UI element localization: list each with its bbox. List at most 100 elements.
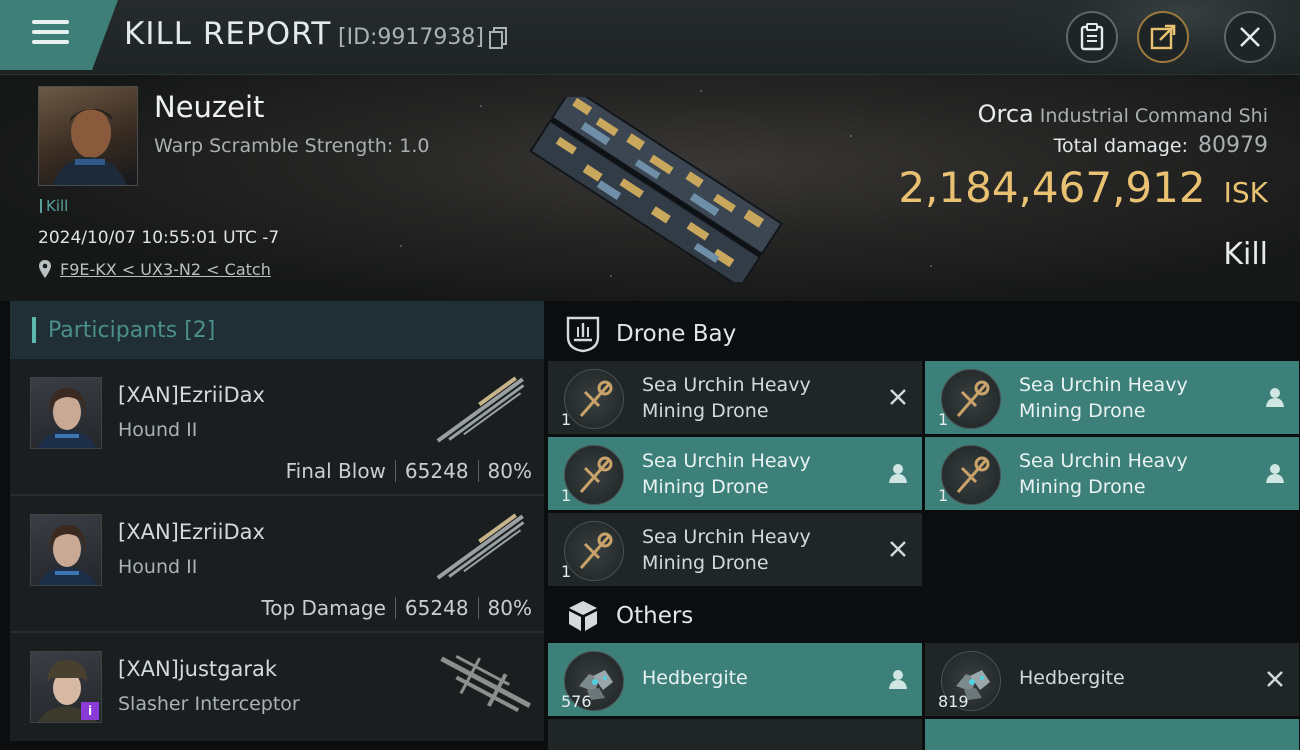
item-name: Sea Urchin Heavy Mining Drone bbox=[1019, 450, 1188, 498]
participant-role: Final Blow bbox=[285, 459, 386, 483]
participant-avatar[interactable] bbox=[30, 514, 102, 586]
kill-tag: Kill bbox=[40, 197, 68, 215]
drone-bay-title: Drone Bay bbox=[616, 321, 737, 347]
participant-stats: Final Blow 65248 80% bbox=[286, 459, 532, 483]
item-name: Sea Urchin Heavy Mining Drone bbox=[1019, 374, 1188, 422]
victim-portrait[interactable] bbox=[38, 86, 138, 186]
participant-row[interactable]: i [XAN]justgarak Slasher Interceptor bbox=[10, 633, 544, 741]
participant-role: Top Damage bbox=[261, 596, 386, 620]
participant-percent: 80% bbox=[487, 596, 532, 620]
isk-unit: ISK bbox=[1223, 176, 1268, 209]
participant-row[interactable]: [XAN]EzriiDax Hound II Top Damage 65248 80… bbox=[10, 496, 544, 633]
item-name: Hedbergite bbox=[642, 667, 748, 689]
participant-row[interactable]: [XAN]EzriiDax Hound II Final Blow 65248 80… bbox=[10, 359, 544, 496]
others-title: Others bbox=[616, 603, 694, 629]
participants-title: Participants [2] bbox=[48, 317, 216, 343]
participants-header[interactable]: Participants [2] bbox=[10, 301, 544, 359]
item-name: Sea Urchin Heavy Mining Drone bbox=[642, 374, 811, 422]
participant-ship: Slasher Interceptor bbox=[118, 693, 300, 715]
participant-name[interactable]: [XAN]EzriiDax bbox=[118, 520, 265, 544]
participant-name[interactable]: [XAN]EzriiDax bbox=[118, 383, 265, 407]
drone-bay-header[interactable]: Drone Bay bbox=[548, 304, 1300, 364]
close-button[interactable] bbox=[1224, 11, 1276, 63]
mining-drone-icon bbox=[564, 445, 624, 505]
item-name: Hedbergite bbox=[1019, 667, 1125, 689]
items-panel: Drone Bay 1 Sea Urchin Heavy Mining Drone… bbox=[548, 301, 1300, 750]
hound-ship-image bbox=[436, 376, 525, 443]
item-name: Sea Urchin Heavy Mining Drone bbox=[642, 526, 811, 574]
orca-ship-image bbox=[529, 97, 784, 282]
participant-avatar[interactable]: i bbox=[30, 651, 102, 723]
copy-icon[interactable] bbox=[489, 27, 507, 49]
participant-portrait bbox=[37, 525, 97, 585]
item-tile[interactable] bbox=[925, 719, 1299, 750]
item-quantity: 819 bbox=[938, 692, 969, 711]
participant-portrait bbox=[37, 388, 97, 448]
person-icon[interactable] bbox=[886, 461, 910, 485]
item-quantity: 1 bbox=[561, 410, 572, 429]
item-tile[interactable] bbox=[548, 719, 922, 750]
clipboard-icon bbox=[1080, 23, 1104, 51]
participant-damage: 65248 bbox=[404, 459, 469, 483]
item-tile[interactable]: 1 Sea Urchin Heavy Mining Drone bbox=[925, 437, 1299, 510]
location-pin-icon bbox=[39, 260, 51, 278]
info-badge[interactable]: i bbox=[81, 702, 99, 720]
warp-scramble-strength: Warp Scramble Strength: 1.0 bbox=[154, 135, 430, 157]
victim-avatar bbox=[53, 108, 127, 185]
location-link[interactable]: F9E-KX < UX3-N2 < Catch bbox=[60, 260, 271, 279]
cargo-box-icon bbox=[569, 601, 597, 631]
others-header[interactable]: Others bbox=[548, 586, 1300, 646]
total-damage-label: Total damage: bbox=[1053, 135, 1188, 157]
participants-panel: Participants [2] [XAN]EzriiDax Hound II … bbox=[10, 301, 544, 741]
close-icon[interactable] bbox=[886, 385, 910, 409]
person-icon[interactable] bbox=[1263, 385, 1287, 409]
close-icon[interactable] bbox=[886, 537, 910, 561]
menu-button[interactable] bbox=[0, 0, 118, 70]
mining-drone-icon bbox=[941, 369, 1001, 429]
kill-result: Kill bbox=[1223, 237, 1268, 272]
isk-value: 2,184,467,912 ISK bbox=[898, 163, 1268, 212]
item-tile[interactable]: 1 Sea Urchin Heavy Mining Drone bbox=[548, 513, 922, 586]
participant-ship: Hound II bbox=[118, 556, 198, 578]
mining-drone-icon bbox=[564, 521, 624, 581]
item-quantity: 576 bbox=[561, 692, 592, 711]
share-icon bbox=[1150, 24, 1176, 50]
item-quantity: 1 bbox=[561, 486, 572, 505]
close-icon[interactable] bbox=[1263, 667, 1287, 691]
participant-avatar[interactable] bbox=[30, 377, 102, 449]
victim-name[interactable]: Neuzeit bbox=[154, 90, 264, 124]
isk-amount: 2,184,467,912 bbox=[898, 163, 1206, 212]
item-quantity: 1 bbox=[561, 562, 572, 581]
participant-stats: Top Damage 65248 80% bbox=[261, 596, 532, 620]
victim-banner: Neuzeit Warp Scramble Strength: 1.0 Kill… bbox=[0, 75, 1300, 301]
item-tile[interactable]: 1 Sea Urchin Heavy Mining Drone bbox=[548, 361, 922, 434]
mining-drone-icon bbox=[941, 445, 1001, 505]
kill-timestamp: 2024/10/07 10:55:01 UTC -7 bbox=[38, 228, 280, 248]
kill-report-header: KILL REPORT [ID:9917938] bbox=[0, 0, 1300, 80]
participants-accent bbox=[32, 317, 36, 343]
ship-class: Industrial Command Shi bbox=[1039, 105, 1268, 127]
person-icon[interactable] bbox=[886, 667, 910, 691]
participant-percent: 80% bbox=[487, 459, 532, 483]
participant-damage: 65248 bbox=[404, 596, 469, 620]
slasher-ship-image bbox=[440, 655, 531, 713]
mining-drone-icon bbox=[564, 369, 624, 429]
hound-ship-image bbox=[436, 513, 525, 580]
item-quantity: 1 bbox=[938, 410, 949, 429]
item-tile[interactable]: 1 Sea Urchin Heavy Mining Drone bbox=[548, 437, 922, 510]
item-quantity: 1 bbox=[938, 486, 949, 505]
clipboard-button[interactable] bbox=[1066, 11, 1118, 63]
person-icon[interactable] bbox=[1263, 461, 1287, 485]
item-tile[interactable]: 576 Hedbergite bbox=[548, 643, 922, 716]
drone-bay-icon bbox=[566, 316, 600, 353]
total-damage: Total damage: 80979 bbox=[1054, 133, 1268, 158]
victim-ship[interactable]: Orca Industrial Command Shi bbox=[978, 100, 1268, 128]
page-title: KILL REPORT bbox=[124, 16, 332, 52]
item-name: Sea Urchin Heavy Mining Drone bbox=[642, 450, 811, 498]
item-tile[interactable]: 819 Hedbergite bbox=[925, 643, 1299, 716]
total-damage-value: 80979 bbox=[1198, 133, 1268, 158]
participant-name[interactable]: [XAN]justgarak bbox=[118, 657, 277, 681]
share-button[interactable] bbox=[1137, 11, 1189, 63]
report-id: [ID:9917938] bbox=[338, 25, 484, 50]
item-tile[interactable]: 1 Sea Urchin Heavy Mining Drone bbox=[925, 361, 1299, 434]
